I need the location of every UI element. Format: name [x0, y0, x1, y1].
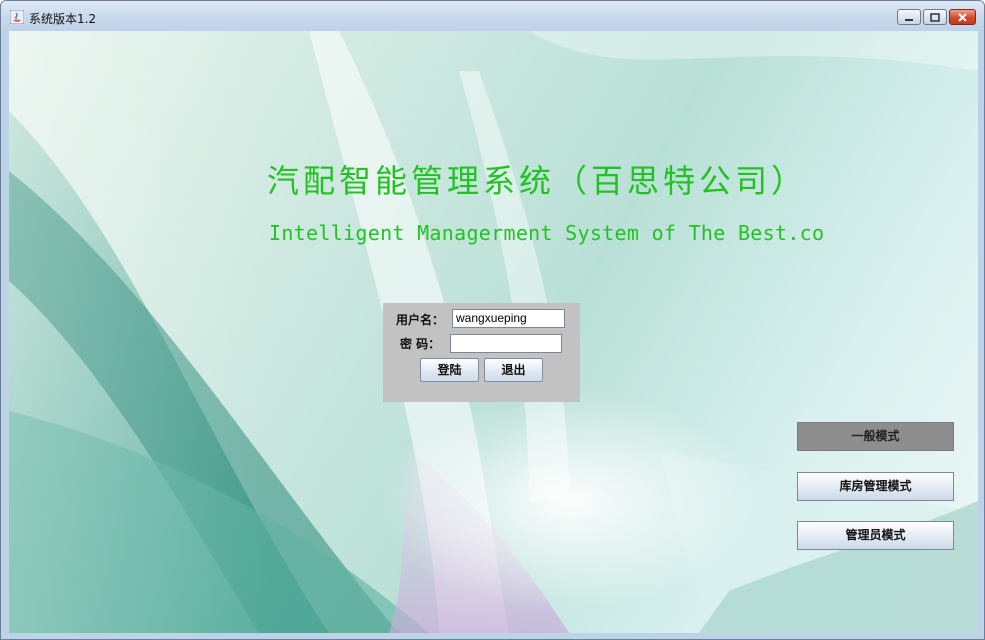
maximize-icon: [930, 13, 940, 22]
general-mode-button[interactable]: 一般模式: [797, 422, 954, 451]
system-title-chinese: 汽配智能管理系统（百思特公司）: [267, 162, 808, 200]
username-label: 用户名：: [396, 313, 445, 327]
close-icon: [958, 13, 967, 22]
window-bottom-border: [1, 633, 984, 639]
system-title-english: Intelligent Managerment System of The Be…: [269, 221, 825, 245]
java-app-icon: [10, 10, 24, 24]
app-window: 系统版本1.2 汽配智能管理系统（百思特公司） Intelligent Mana…: [0, 0, 985, 640]
login-screen: 汽配智能管理系统（百思特公司） Intelligent Managerment …: [9, 31, 978, 633]
login-panel: 用户名： wangxueping 密 码： 登陆 退出: [383, 303, 580, 402]
minimize-button[interactable]: [897, 9, 921, 25]
username-input[interactable]: wangxueping: [452, 309, 565, 328]
window-title: 系统版本1.2: [29, 12, 97, 26]
password-input[interactable]: [450, 334, 562, 353]
admin-mode-button[interactable]: 管理员模式: [797, 521, 954, 550]
password-label: 密 码：: [400, 337, 441, 351]
maximize-button[interactable]: [923, 9, 947, 25]
login-button[interactable]: 登陆: [420, 358, 479, 382]
close-button[interactable]: [949, 9, 976, 25]
warehouse-mode-button[interactable]: 库房管理模式: [797, 472, 954, 501]
minimize-icon: [905, 19, 913, 21]
exit-button[interactable]: 退出: [484, 358, 543, 382]
title-bar[interactable]: 系统版本1.2: [1, 1, 984, 31]
